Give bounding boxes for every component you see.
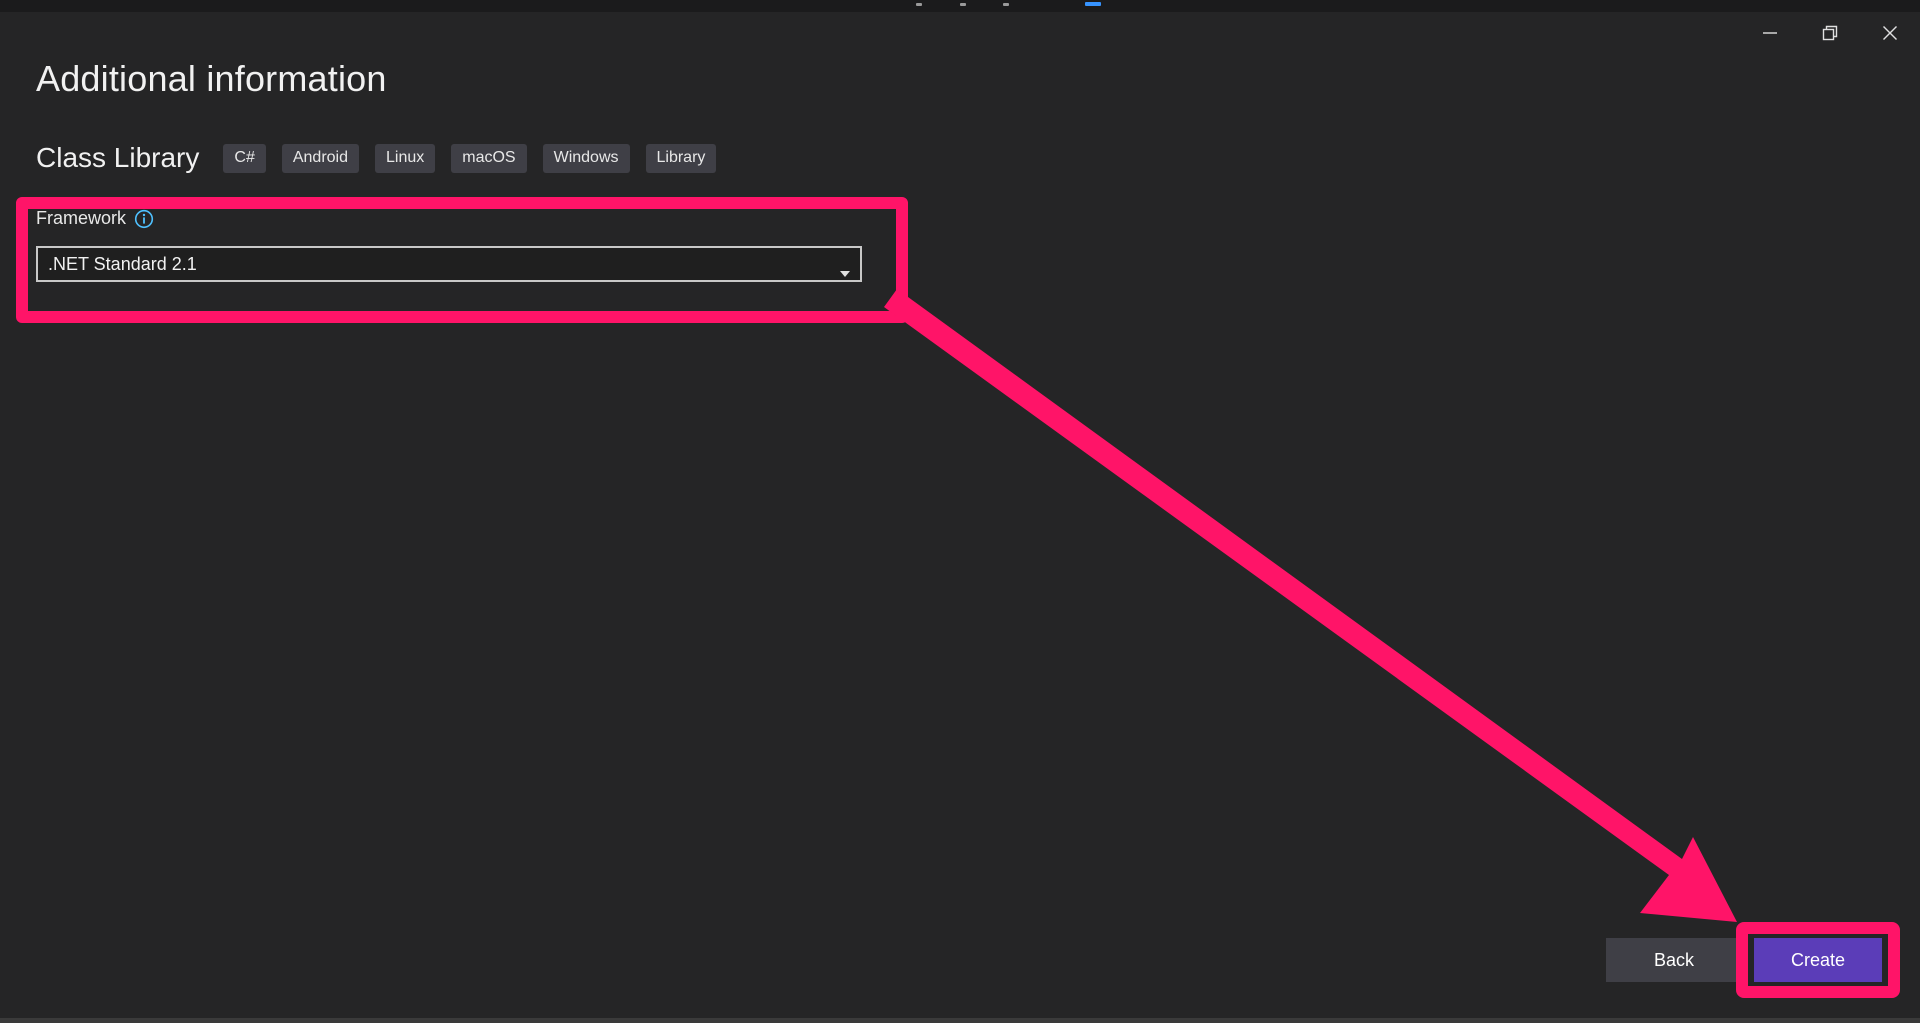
- tag-macos: macOS: [451, 143, 527, 173]
- chevron-down-icon: [840, 261, 850, 282]
- minimize-icon: [1762, 25, 1778, 41]
- tag-linux: Linux: [375, 143, 436, 173]
- framework-label: Framework: [36, 208, 127, 228]
- taskbar-dot: [916, 3, 922, 6]
- tag-android: Android: [281, 143, 359, 173]
- framework-label-row: Framework: [36, 208, 154, 229]
- window-top-strip: [0, 0, 1920, 12]
- tag-windows: Windows: [542, 143, 630, 173]
- info-icon[interactable]: [134, 209, 154, 229]
- restore-icon: [1822, 25, 1838, 41]
- taskbar-dot: [960, 3, 966, 6]
- minimize-button[interactable]: [1740, 12, 1800, 54]
- create-button[interactable]: Create: [1754, 938, 1882, 982]
- tag-library: Library: [645, 143, 717, 173]
- close-button[interactable]: [1860, 12, 1920, 54]
- restore-button[interactable]: [1800, 12, 1860, 54]
- page-title: Additional information: [36, 58, 387, 99]
- template-name: Class Library: [36, 142, 200, 173]
- close-icon: [1882, 25, 1898, 41]
- back-button[interactable]: Back: [1606, 938, 1742, 982]
- framework-selected-value: .NET Standard 2.1: [48, 253, 197, 274]
- framework-dropdown[interactable]: .NET Standard 2.1: [36, 246, 862, 282]
- taskbar-dot: [1003, 3, 1009, 6]
- taskbar-active-indicator: [1085, 2, 1101, 6]
- tag-csharp: C#: [223, 143, 266, 173]
- template-header: Class Library C# Android Linux macOS Win…: [36, 142, 732, 174]
- window-bottom-edge: [0, 1018, 1920, 1023]
- window-controls: [1740, 12, 1920, 54]
